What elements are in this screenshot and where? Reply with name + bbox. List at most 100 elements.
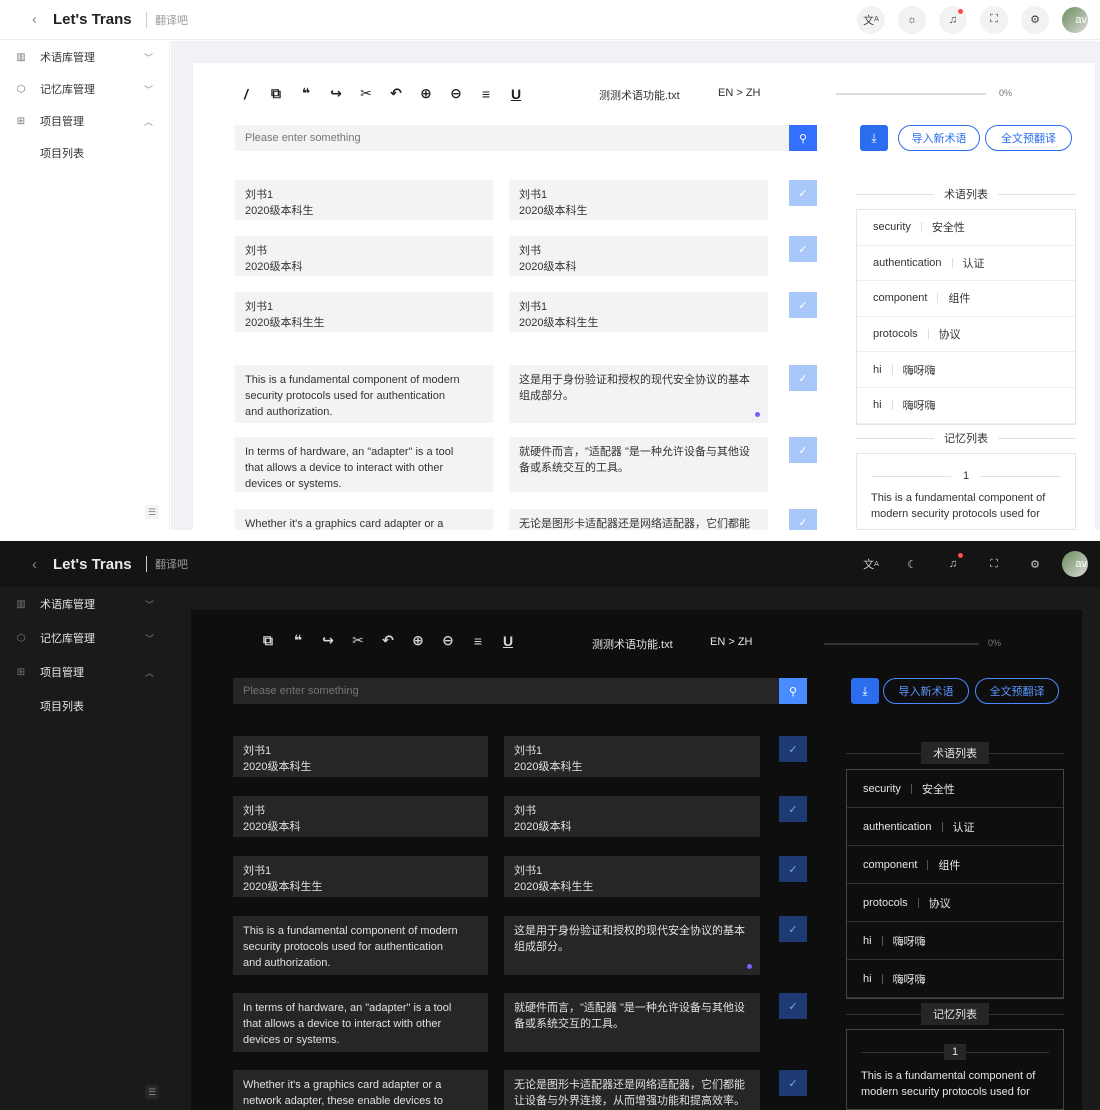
term-row[interactable]: hi 嗨呀嗨 (857, 352, 1075, 388)
confirm-checkbox[interactable]: ✓ (779, 736, 807, 762)
redo-icon[interactable]: ↪ (321, 85, 351, 102)
back-icon[interactable]: ‹ (32, 11, 37, 28)
copy-icon[interactable]: ⧉ (261, 85, 291, 102)
target-segment[interactable]: 刘书 2020级本科 (509, 236, 768, 276)
term-row[interactable]: security 安全性 (847, 770, 1063, 808)
underline-icon[interactable]: U (493, 633, 523, 649)
theme-icon[interactable]: ☾ (898, 550, 926, 578)
confirm-checkbox[interactable]: ✓ (789, 236, 817, 262)
pretranslate-button[interactable]: 全文预翻译 (975, 678, 1059, 704)
target-segment[interactable]: 无论是图形卡适配器还是网络适配器，它们都能让设备与外界连接，从而增强功能和提高效… (509, 509, 768, 530)
sidebar-item-projects[interactable]: ⊞ 项目管理 ︿ (0, 655, 170, 689)
source-segment[interactable]: This is a fundamental component of moder… (233, 916, 488, 975)
confirm-checkbox[interactable]: ✓ (779, 1070, 807, 1096)
import-terms-button[interactable]: 导入新术语 (883, 678, 969, 704)
term-row[interactable]: hi 嗨呀嗨 (847, 960, 1063, 998)
confirm-checkbox[interactable]: ✓ (779, 796, 807, 822)
term-row[interactable]: protocols 协议 (847, 884, 1063, 922)
bell-icon[interactable]: ♫ (939, 5, 967, 34)
quote-icon[interactable]: ❝ (291, 85, 321, 102)
sidebar-item-projects[interactable]: ⊞ 项目管理 ︿ (0, 105, 169, 137)
confirm-checkbox[interactable]: ✓ (789, 437, 817, 463)
target-segment[interactable]: 刘书 2020级本科 (504, 796, 760, 837)
source-segment[interactable]: 刘书1 2020级本科生生 (233, 856, 488, 897)
term-row[interactable]: component 组件 (857, 281, 1075, 317)
target-segment[interactable]: 无论是图形卡适配器还是网络适配器，它们都能让设备与外界连接，从而增强功能和提高效… (504, 1070, 760, 1110)
source-segment[interactable]: 刘书1 2020级本科生 (235, 180, 493, 220)
memory-text[interactable]: This is a fundamental component of modern… (847, 1068, 1063, 1100)
download-button[interactable]: ⤓ (860, 125, 888, 151)
underline-icon[interactable]: U (501, 86, 531, 102)
search-input[interactable] (235, 125, 789, 151)
align-icon[interactable]: ≡ (471, 86, 501, 102)
term-row[interactable]: component 组件 (847, 846, 1063, 884)
undo-icon[interactable]: ↶ (373, 632, 403, 649)
target-segment[interactable]: 这是用于身份验证和授权的现代安全协议的基本 组成部分。 (509, 365, 768, 423)
target-segment[interactable]: 刘书1 2020级本科生生 (509, 292, 768, 332)
undo-icon[interactable]: ↶ (381, 85, 411, 102)
source-segment[interactable]: In terms of hardware, an "adapter" is a … (233, 993, 488, 1052)
target-segment[interactable]: 刘书1 2020级本科生 (504, 736, 760, 777)
memory-text[interactable]: This is a fundamental component of modern… (857, 490, 1075, 522)
term-row[interactable]: security 安全性 (857, 210, 1075, 246)
source-segment[interactable]: Whether it's a graphics card adapter or … (233, 1070, 488, 1110)
fullscreen-icon[interactable]: ⛶ (980, 550, 1008, 578)
avatar[interactable]: av (1062, 551, 1088, 577)
quote-icon[interactable]: ❝ (283, 632, 313, 649)
collapse-sidebar-icon[interactable]: ☰ (145, 1085, 159, 1099)
sidebar-item-memory-library[interactable]: ⬡ 记忆库管理 ﹀ (0, 621, 170, 655)
copy-icon[interactable]: ⧉ (253, 632, 283, 649)
target-segment[interactable]: 刘书1 2020级本科生 (509, 180, 768, 220)
theme-icon[interactable]: ☼ (898, 5, 926, 34)
back-icon[interactable]: ‹ (32, 556, 37, 573)
target-segment[interactable]: 这是用于身份验证和授权的现代安全协议的基本 组成部分。 (504, 916, 760, 975)
term-row[interactable]: hi 嗨呀嗨 (847, 922, 1063, 960)
translate-icon[interactable]: 文A (857, 5, 885, 34)
search-icon[interactable]: ⚲ (779, 678, 807, 704)
source-segment[interactable]: Whether it's a graphics card adapter or … (235, 509, 493, 530)
source-segment[interactable]: In terms of hardware, an "adapter" is a … (235, 437, 493, 492)
bell-icon[interactable]: ♫ (939, 550, 967, 578)
search-icon[interactable]: ⚲ (789, 125, 817, 151)
sidebar-item-project-list[interactable]: 项目列表 (0, 689, 170, 723)
term-row[interactable]: hi 嗨呀嗨 (857, 388, 1075, 424)
download-button[interactable]: ⤓ (851, 678, 879, 704)
italic-icon[interactable]: / (231, 86, 261, 102)
term-row[interactable]: protocols 协议 (857, 317, 1075, 353)
pretranslate-button[interactable]: 全文预翻译 (985, 125, 1072, 151)
cut-icon[interactable]: ✂ (343, 632, 373, 649)
zoom-out-icon[interactable]: ⊖ (433, 632, 463, 649)
zoom-in-icon[interactable]: ⊕ (411, 85, 441, 102)
target-segment[interactable]: 刘书1 2020级本科生生 (504, 856, 760, 897)
sidebar-item-term-library[interactable]: ▥ 术语库管理 ﹀ (0, 41, 169, 73)
translate-icon[interactable]: 文A (857, 550, 885, 578)
target-segment[interactable]: 就硬件而言，"适配器 "是一种允许设备与其他设 备或系统交互的工具。 (504, 993, 760, 1052)
confirm-checkbox[interactable]: ✓ (779, 916, 807, 942)
settings-icon[interactable]: ⚙ (1021, 5, 1049, 34)
term-row[interactable]: authentication 认证 (857, 246, 1075, 282)
confirm-checkbox[interactable]: ✓ (789, 292, 817, 318)
redo-icon[interactable]: ↪ (313, 632, 343, 649)
target-segment[interactable]: 就硬件而言，"适配器 "是一种允许设备与其他设 备或系统交互的工具。 (509, 437, 768, 492)
cut-icon[interactable]: ✂ (351, 85, 381, 102)
align-icon[interactable]: ≡ (463, 633, 493, 649)
confirm-checkbox[interactable]: ✓ (779, 993, 807, 1019)
settings-icon[interactable]: ⚙ (1021, 550, 1049, 578)
source-segment[interactable]: 刘书 2020级本科 (235, 236, 493, 276)
sidebar-item-term-library[interactable]: ▥ 术语库管理 ﹀ (0, 587, 170, 621)
confirm-checkbox[interactable]: ✓ (789, 180, 817, 206)
avatar[interactable]: av (1062, 6, 1088, 33)
source-segment[interactable]: 刘书1 2020级本科生 (233, 736, 488, 777)
zoom-in-icon[interactable]: ⊕ (403, 632, 433, 649)
confirm-checkbox[interactable]: ✓ (789, 365, 817, 391)
search-input[interactable] (233, 678, 779, 704)
confirm-checkbox[interactable]: ✓ (779, 856, 807, 882)
sidebar-item-project-list[interactable]: 项目列表 (0, 137, 169, 169)
source-segment[interactable]: 刘书 2020级本科 (233, 796, 488, 837)
confirm-checkbox[interactable]: ✓ (789, 509, 817, 530)
source-segment[interactable]: This is a fundamental component of moder… (235, 365, 493, 423)
import-terms-button[interactable]: 导入新术语 (898, 125, 980, 151)
collapse-sidebar-icon[interactable]: ☰ (145, 505, 159, 519)
zoom-out-icon[interactable]: ⊖ (441, 85, 471, 102)
sidebar-item-memory-library[interactable]: ⬡ 记忆库管理 ﹀ (0, 73, 169, 105)
